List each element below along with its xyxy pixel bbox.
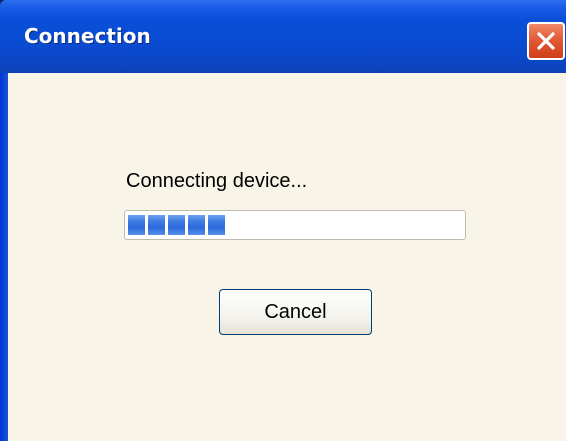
window-border [0, 73, 8, 441]
cancel-button[interactable]: Cancel [219, 289, 372, 335]
progress-block [128, 215, 145, 235]
close-button[interactable] [527, 22, 565, 60]
progress-block [148, 215, 165, 235]
progress-block [168, 215, 185, 235]
status-label: Connecting device... [126, 170, 308, 192]
title-bar[interactable]: Connection [0, 0, 566, 73]
progress-bar [124, 210, 466, 240]
progress-fill [128, 215, 225, 235]
progress-block [188, 215, 205, 235]
connection-window: Connection Connecting device... Cancel [0, 0, 566, 441]
progress-block [208, 215, 225, 235]
dialog-body: Connecting device... Cancel [8, 73, 566, 441]
window-title: Connection [24, 24, 151, 48]
close-icon [537, 32, 555, 50]
